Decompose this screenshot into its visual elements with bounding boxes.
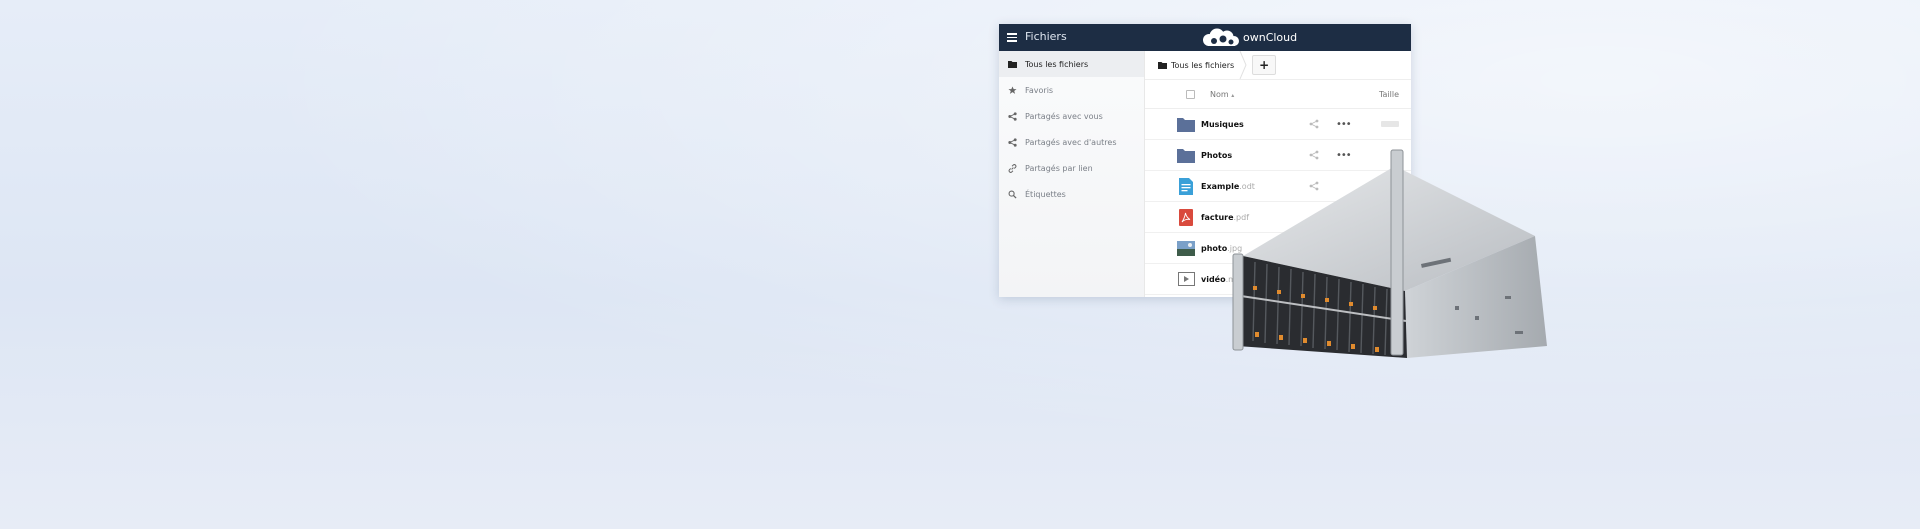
sidebar-item-label: Partagés par lien (1025, 163, 1093, 173)
breadcrumb: Tous les fichiers + (1145, 51, 1411, 80)
folder-icon (1177, 115, 1195, 133)
file-list-header: Nom ▴ Taille (1145, 80, 1411, 109)
brand-name: ownCloud (1243, 31, 1298, 44)
sidebar-item-label: Tous les fichiers (1025, 59, 1089, 69)
image-thumbnail-icon (1177, 239, 1195, 257)
breadcrumb-home[interactable]: Tous les fichiers (1157, 60, 1234, 70)
sidebar-item-all-files[interactable]: Tous les fichiers (999, 51, 1144, 77)
size-indicator (1381, 121, 1399, 127)
sidebar-item-favorites[interactable]: Favoris (999, 77, 1144, 103)
pdf-icon (1177, 208, 1195, 226)
storage-server-image (1232, 149, 1547, 358)
share-icon[interactable] (1309, 119, 1319, 129)
search-icon (1007, 189, 1017, 199)
hamburger-icon[interactable] (1007, 33, 1017, 42)
share-icon (1007, 137, 1017, 147)
file-name: photo (1201, 243, 1228, 253)
owncloud-logo[interactable]: ownCloud (1200, 27, 1297, 48)
sidebar-item-label: Partagés avec vous (1025, 111, 1103, 121)
file-row[interactable]: Musiques ••• (1145, 109, 1411, 140)
file-name: vidéo (1201, 274, 1226, 284)
app-title: Fichiers (1025, 30, 1067, 43)
sidebar-item-label: Favoris (1025, 85, 1054, 95)
column-name[interactable]: Nom ▴ (1210, 90, 1234, 99)
app-header: Fichiers ownCloud (999, 24, 1411, 51)
link-icon (1007, 163, 1017, 173)
folder-icon (1177, 146, 1195, 164)
sidebar-item-shared-by-link[interactable]: Partagés par lien (999, 155, 1144, 181)
folder-icon (1157, 60, 1167, 70)
more-actions-icon[interactable]: ••• (1336, 119, 1352, 130)
file-name: Musiques (1201, 119, 1244, 129)
folder-icon (1007, 59, 1017, 69)
background (0, 0, 1920, 529)
document-icon (1177, 177, 1195, 195)
breadcrumb-label: Tous les fichiers (1171, 60, 1235, 70)
sidebar-item-tags[interactable]: Étiquettes (999, 181, 1144, 207)
sidebar-item-label: Étiquettes (1025, 189, 1066, 199)
chevron-right-icon (1239, 51, 1247, 79)
video-icon (1177, 270, 1195, 288)
new-file-button[interactable]: + (1252, 55, 1277, 75)
sort-ascending-icon: ▴ (1231, 91, 1235, 99)
column-size[interactable]: Taille (1379, 90, 1399, 99)
cloud-icon (1203, 28, 1239, 46)
sidebar-item-shared-with-others[interactable]: Partagés avec d'autres (999, 129, 1144, 155)
sidebar: Tous les fichiers Favoris Partagés avec … (999, 51, 1145, 297)
column-name-label: Nom (1210, 89, 1229, 99)
share-icon (1007, 111, 1017, 121)
sidebar-item-label: Partagés avec d'autres (1025, 137, 1117, 147)
star-icon (1007, 85, 1017, 95)
sidebar-item-shared-with-you[interactable]: Partagés avec vous (999, 103, 1144, 129)
select-all-checkbox[interactable] (1186, 89, 1195, 99)
